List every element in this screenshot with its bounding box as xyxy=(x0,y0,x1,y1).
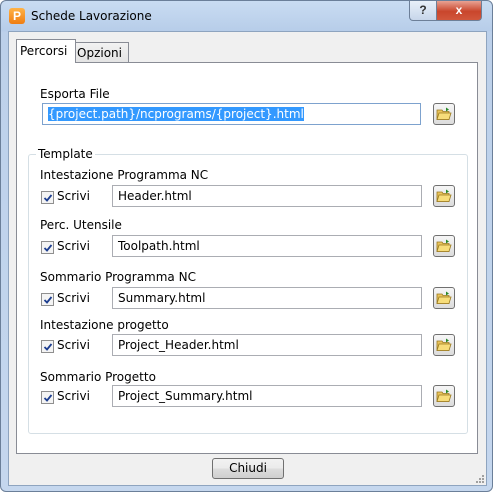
write-checkbox-label: Scrivi xyxy=(57,189,90,203)
template-row-label: Intestazione Programma NC xyxy=(40,168,209,182)
export-browse-button[interactable] xyxy=(433,103,455,125)
template-file-input[interactable]: Project_Header.html xyxy=(112,334,422,356)
tab-percorsi[interactable]: Percorsi xyxy=(16,39,76,63)
template-browse-button[interactable] xyxy=(433,185,455,207)
folder-open-icon xyxy=(436,291,452,304)
template-row-label: Sommario Programma NC xyxy=(40,270,196,284)
template-row-label: Perc. Utensile xyxy=(40,218,122,232)
resize-grip-icon[interactable] xyxy=(474,473,484,483)
check-icon xyxy=(43,244,53,252)
check-icon xyxy=(43,194,53,202)
help-button[interactable]: ? xyxy=(409,1,437,21)
folder-open-icon xyxy=(436,338,452,351)
title-bar[interactable]: P Schede Lavorazione ? x xyxy=(1,1,492,31)
folder-open-icon xyxy=(436,389,452,402)
check-icon xyxy=(43,296,53,304)
write-checkbox-label: Scrivi xyxy=(57,338,90,352)
window-title: Schede Lavorazione xyxy=(31,9,152,23)
folder-open-icon xyxy=(436,189,452,202)
export-file-input[interactable]: {project.path}/ncprograms/{project}.html xyxy=(42,103,421,125)
folder-open-icon xyxy=(436,107,452,120)
app-icon: P xyxy=(9,8,25,24)
folder-open-icon xyxy=(436,239,452,252)
write-checkbox[interactable] xyxy=(41,293,54,306)
write-checkbox[interactable] xyxy=(41,191,54,204)
dialog-window: P Schede Lavorazione ? x Percorsi Opzion… xyxy=(0,0,493,492)
template-row-label: Sommario Progetto xyxy=(40,370,156,384)
template-browse-button[interactable] xyxy=(433,287,455,309)
write-checkbox[interactable] xyxy=(41,241,54,254)
tab-opzioni[interactable]: Opzioni xyxy=(73,42,129,63)
template-browse-button[interactable] xyxy=(433,385,455,407)
close-window-button[interactable]: x xyxy=(436,1,482,21)
export-file-value: {project.path}/ncprograms/{project}.html xyxy=(48,107,304,121)
check-icon xyxy=(43,343,53,351)
write-checkbox-label: Scrivi xyxy=(57,291,90,305)
write-checkbox-label: Scrivi xyxy=(57,389,90,403)
template-file-input[interactable]: Toolpath.html xyxy=(112,235,422,257)
write-checkbox[interactable] xyxy=(41,340,54,353)
template-file-input[interactable]: Project_Summary.html xyxy=(112,385,422,407)
write-checkbox[interactable] xyxy=(41,391,54,404)
template-file-input[interactable]: Header.html xyxy=(112,185,422,207)
template-browse-button[interactable] xyxy=(433,334,455,356)
chiudi-button[interactable]: Chiudi xyxy=(212,458,284,479)
template-browse-button[interactable] xyxy=(433,235,455,257)
write-checkbox-label: Scrivi xyxy=(57,239,90,253)
template-file-input[interactable]: Summary.html xyxy=(112,287,422,309)
template-row-label: Intestazione progetto xyxy=(40,318,169,332)
dialog-client-area: Percorsi Opzioni Esporta File {project.p… xyxy=(8,31,487,486)
check-icon xyxy=(43,394,53,402)
export-file-label: Esporta File xyxy=(40,87,110,101)
template-group-title: Template xyxy=(36,147,95,161)
